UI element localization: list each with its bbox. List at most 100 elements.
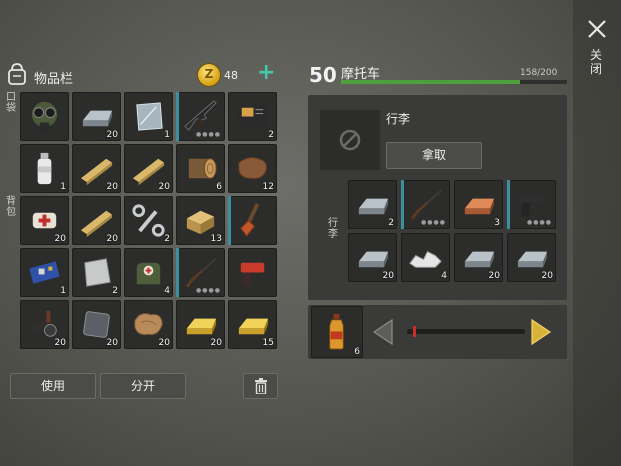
pocket-slot[interactable]: 1	[124, 92, 173, 141]
fuel-qty: 6	[354, 347, 360, 357]
backpack-label: 背包	[6, 196, 16, 218]
luggage-title: 行李	[386, 112, 411, 126]
add-coins-button[interactable]: +	[257, 62, 275, 84]
backpack-slot[interactable]: 20	[176, 300, 225, 349]
backpack-slot[interactable]: 20	[124, 144, 173, 193]
luggage-slot[interactable]: ●●●●	[401, 180, 450, 229]
coin-count: 48	[224, 69, 238, 82]
item-qty: 20	[106, 182, 118, 192]
luggage-slot[interactable]: 2	[348, 180, 397, 229]
glass-pane-icon	[136, 102, 163, 131]
item-qty: 1	[60, 182, 66, 192]
backpack-slot[interactable]	[228, 248, 277, 297]
backpack-slot[interactable]: 20	[72, 300, 121, 349]
backpack-slot[interactable]: 6	[176, 144, 225, 193]
backpack-slot[interactable]: 4	[124, 248, 173, 297]
trash-icon	[254, 378, 267, 395]
close-icon[interactable]	[584, 16, 610, 42]
luggage-slot[interactable]: 20	[348, 233, 397, 282]
backpack-slot[interactable]: 20	[72, 144, 121, 193]
item-qty: 2	[164, 234, 170, 244]
pocket-slot[interactable]: 20	[72, 92, 121, 141]
pocket-label: 口袋	[6, 92, 16, 114]
item-qty: 1	[60, 286, 66, 296]
trash-button[interactable]	[243, 373, 278, 399]
luggage-slot[interactable]: 20	[507, 233, 556, 282]
split-button[interactable]: 分开	[100, 373, 186, 399]
use-button[interactable]: 使用	[10, 373, 96, 399]
item-qty: 2	[388, 218, 394, 228]
fuel-slot[interactable]: 6	[311, 306, 363, 358]
item-qty: 2	[268, 130, 274, 140]
item-qty: 1	[164, 130, 170, 140]
metal-ingot-icon	[358, 198, 389, 215]
backpack-slot[interactable]: 12	[228, 144, 277, 193]
pocket-grid: 20 1 ●●●● 2	[20, 92, 277, 141]
durability-dots: ●●●●	[196, 287, 221, 294]
item-qty: 20	[106, 338, 118, 348]
item-qty: 13	[210, 234, 222, 244]
pocket-slot[interactable]: 2	[228, 92, 277, 141]
backpack-slot[interactable]: 20	[72, 196, 121, 245]
pocket-slot[interactable]	[20, 92, 69, 141]
luggage-slot[interactable]: 3	[454, 180, 503, 229]
durability-dots: ●●●●	[196, 131, 221, 138]
metal-sheet-icon	[84, 258, 111, 287]
backpack-grid: 1 20 20 6 12 20 20 2 13 1 2 4 ●●●● 20 20 20 20 15	[20, 144, 277, 349]
fuel-bottle-icon	[329, 313, 344, 350]
fuel-slider-track[interactable]	[407, 329, 525, 334]
backpack-slot[interactable]: 2	[72, 248, 121, 297]
item-qty: 3	[494, 218, 500, 228]
item-qty: 4	[441, 271, 447, 281]
backpack-slot[interactable]: 20	[20, 300, 69, 349]
item-qty: 20	[158, 182, 170, 192]
vehicle-level: 50	[309, 63, 337, 87]
decrease-arrow-icon[interactable]	[372, 318, 394, 346]
vehicle-durability-fill	[341, 80, 520, 84]
item-qty: 12	[262, 182, 274, 192]
coin-icon: Z	[198, 64, 220, 86]
item-qty: 15	[262, 338, 274, 348]
luggage-side-label: 行李	[328, 218, 338, 240]
notebook-icon	[238, 104, 267, 129]
item-qty: 20	[210, 338, 222, 348]
shovel-icon	[240, 203, 260, 237]
backpack-slot[interactable]: 20	[20, 196, 69, 245]
item-qty: 6	[216, 182, 222, 192]
pocket-slot[interactable]: ●●●●	[176, 92, 225, 141]
backpack-slot[interactable]: 2	[124, 196, 173, 245]
inventory-title: 物品栏	[34, 72, 74, 87]
wrench-icon	[132, 204, 165, 237]
locked-slot	[320, 110, 380, 170]
backpack-slot[interactable]: 15	[228, 300, 277, 349]
fuel-slider-handle[interactable]	[413, 326, 416, 337]
spray-bottle-icon	[37, 152, 52, 185]
luggage-grid: 2 ●●●● 3 ●●●● 20 4 20 20	[348, 180, 556, 282]
increase-arrow-icon[interactable]	[530, 318, 552, 346]
backpack-slot[interactable]: 1	[20, 144, 69, 193]
backpack-slot[interactable]: 1	[20, 248, 69, 297]
no-entry-icon	[339, 129, 361, 151]
copper-ingot-icon	[464, 198, 495, 215]
item-qty: 20	[106, 234, 118, 244]
item-qty: 4	[164, 286, 170, 296]
luggage-slot[interactable]: 4	[401, 233, 450, 282]
item-qty: 20	[54, 234, 66, 244]
luggage-slot[interactable]: 20	[454, 233, 503, 282]
luggage-slot[interactable]: ●●●●	[507, 180, 556, 229]
gas-mask-icon	[31, 101, 58, 133]
item-qty: 20	[382, 271, 394, 281]
backpack-slot[interactable]: ●●●●	[176, 248, 225, 297]
durability-dots: ●●●●	[527, 219, 552, 226]
take-button[interactable]: 拿取	[386, 142, 482, 169]
item-qty: 20	[158, 338, 170, 348]
backpack-slot[interactable]	[228, 196, 277, 245]
item-qty: 2	[112, 286, 118, 296]
log-icon	[188, 158, 217, 179]
backpack-slot[interactable]: 13	[176, 196, 225, 245]
backpack-slot[interactable]: 20	[124, 300, 173, 349]
close-label[interactable]: 关闭	[590, 48, 604, 76]
item-qty: 20	[488, 271, 500, 281]
item-qty: 20	[54, 338, 66, 348]
item-qty: 20	[541, 271, 553, 281]
